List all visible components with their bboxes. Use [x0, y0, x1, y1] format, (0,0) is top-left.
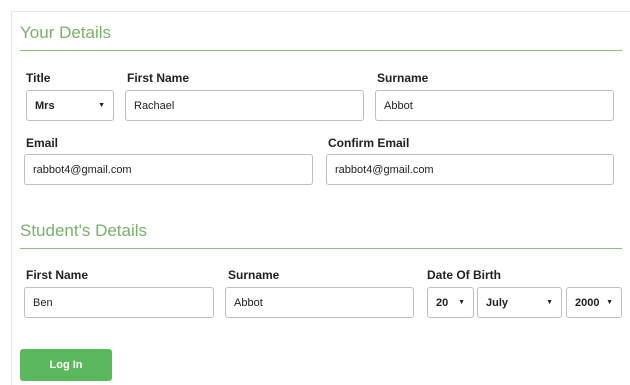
dob-year-select[interactable]: 2000 ▼ — [566, 287, 622, 318]
email-label: Email — [26, 136, 59, 150]
dob-day-select[interactable]: 20 ▼ — [427, 287, 474, 318]
chevron-down-icon: ▼ — [546, 299, 553, 306]
form-frame — [11, 11, 630, 385]
chevron-down-icon: ▼ — [98, 102, 105, 109]
dob-day-value: 20 — [436, 296, 449, 309]
student-first-name-label: First Name — [26, 268, 89, 282]
confirm-email-label: Confirm Email — [328, 136, 410, 150]
student-surname-label: Surname — [228, 268, 280, 282]
dob-month-value: July — [486, 296, 509, 309]
student-first-name-input[interactable]: Ben — [24, 287, 214, 318]
student-surname-input[interactable]: Abbot — [225, 287, 414, 318]
your-details-divider — [20, 50, 622, 51]
login-button[interactable]: Log In — [20, 349, 112, 381]
dob-month-select[interactable]: July ▼ — [477, 287, 562, 318]
first-name-label: First Name — [127, 71, 190, 85]
chevron-down-icon: ▼ — [458, 299, 465, 306]
email-field[interactable]: rabbot4@gmail.com — [24, 154, 313, 185]
surname-label: Surname — [377, 71, 429, 85]
first-name-input[interactable]: Rachael — [125, 90, 364, 121]
your-details-heading: Your Details — [20, 23, 112, 42]
title-select-value: Mrs — [35, 99, 55, 112]
confirm-email-field[interactable]: rabbot4@gmail.com — [326, 154, 614, 185]
surname-input[interactable]: Abbot — [375, 90, 614, 121]
chevron-down-icon: ▼ — [606, 299, 613, 306]
title-label: Title — [26, 71, 51, 85]
dob-year-value: 2000 — [575, 296, 600, 309]
student-details-divider — [20, 248, 622, 249]
student-details-heading: Student's Details — [20, 221, 148, 240]
title-select[interactable]: Mrs ▼ — [26, 90, 114, 121]
dob-label: Date Of Birth — [427, 268, 502, 282]
